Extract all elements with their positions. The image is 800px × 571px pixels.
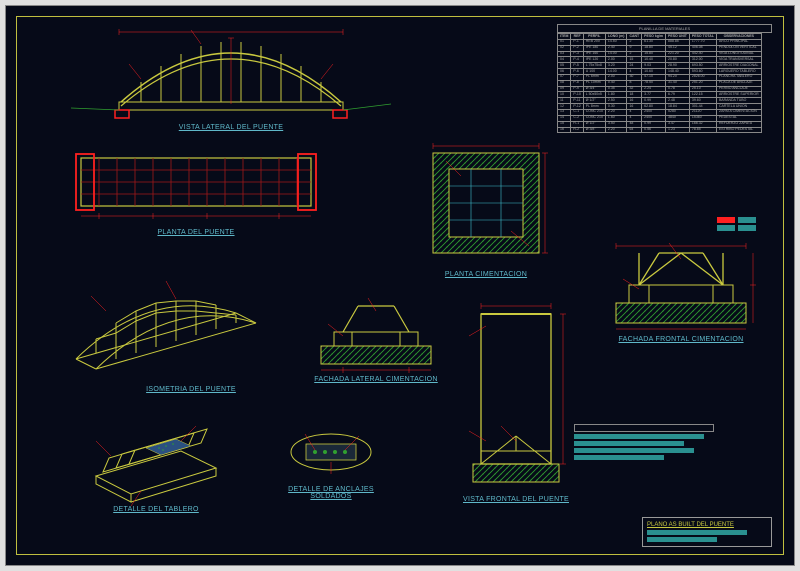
legend-row	[717, 216, 759, 224]
lateral-drawing	[101, 24, 361, 119]
frontal-drawing	[451, 296, 581, 491]
isometria-drawing	[51, 251, 281, 381]
isometria-title: ISOMETRIA DEL PUENTE	[101, 386, 281, 393]
table-title: PLANILLA DE MATERIALES	[557, 24, 772, 33]
info-header	[574, 424, 714, 432]
view-tablero: DETALLE DEL TABLERO	[81, 406, 231, 513]
tb-line	[647, 537, 717, 542]
view-cimentacion: PLANTA CIMENTACION	[421, 141, 551, 278]
view-anclajes: DETALLE DE ANCLAJES SOLDADOS	[271, 426, 391, 500]
view-fachada-frontal: FACHADA FRONTAL CIMENTACION	[601, 241, 761, 343]
lateral-title: VISTA LATERAL DEL PUENTE	[101, 124, 361, 131]
planta-title: PLANTA DEL PUENTE	[66, 229, 326, 236]
view-frontal: VISTA FRONTAL DEL PUENTE	[451, 296, 581, 503]
legend	[717, 216, 759, 232]
materials-table: PLANILLA DE MATERIALES ITEMREFPERFILLONG…	[557, 24, 772, 133]
anclajes-drawing	[271, 426, 391, 481]
info-block	[574, 424, 714, 460]
info-line	[574, 441, 684, 446]
fachada-lateral-title: FACHADA LATERAL CIMENTACION	[306, 376, 446, 383]
view-fachada-lateral: FACHADA LATERAL CIMENTACION	[306, 296, 446, 383]
planta-drawing	[66, 146, 326, 224]
info-line	[574, 434, 704, 439]
cimentacion-title: PLANTA CIMENTACION	[421, 271, 551, 278]
fachada-frontal-title: FACHADA FRONTAL CIMENTACION	[601, 336, 761, 343]
view-lateral: VISTA LATERAL DEL PUENTE	[101, 24, 361, 131]
fachada-frontal-drawing	[601, 241, 761, 331]
fachada-lateral-drawing	[306, 296, 446, 371]
anclajes-title: DETALLE DE ANCLAJES SOLDADOS	[281, 486, 381, 500]
info-line	[574, 448, 694, 453]
legend-row	[717, 224, 759, 232]
plano-title: PLANO AS BUILT DEL PUENTE	[647, 522, 767, 528]
view-isometria: ISOMETRIA DEL PUENTE	[51, 251, 281, 393]
frontal-title: VISTA FRONTAL DEL PUENTE	[451, 496, 581, 503]
info-line	[574, 455, 664, 460]
table-grid: ITEMREFPERFILLONG (m)CANTPESO kg/mPESO U…	[557, 33, 762, 133]
cimentacion-drawing	[421, 141, 551, 266]
tablero-drawing	[81, 406, 231, 501]
cad-canvas: VISTA LATERAL DEL PUENTE PLANTA	[5, 5, 795, 566]
tablero-title: DETALLE DEL TABLERO	[81, 506, 231, 513]
title-block: PLANO AS BUILT DEL PUENTE	[642, 517, 772, 547]
tb-line	[647, 530, 747, 535]
view-planta: PLANTA DEL PUENTE	[66, 146, 326, 236]
